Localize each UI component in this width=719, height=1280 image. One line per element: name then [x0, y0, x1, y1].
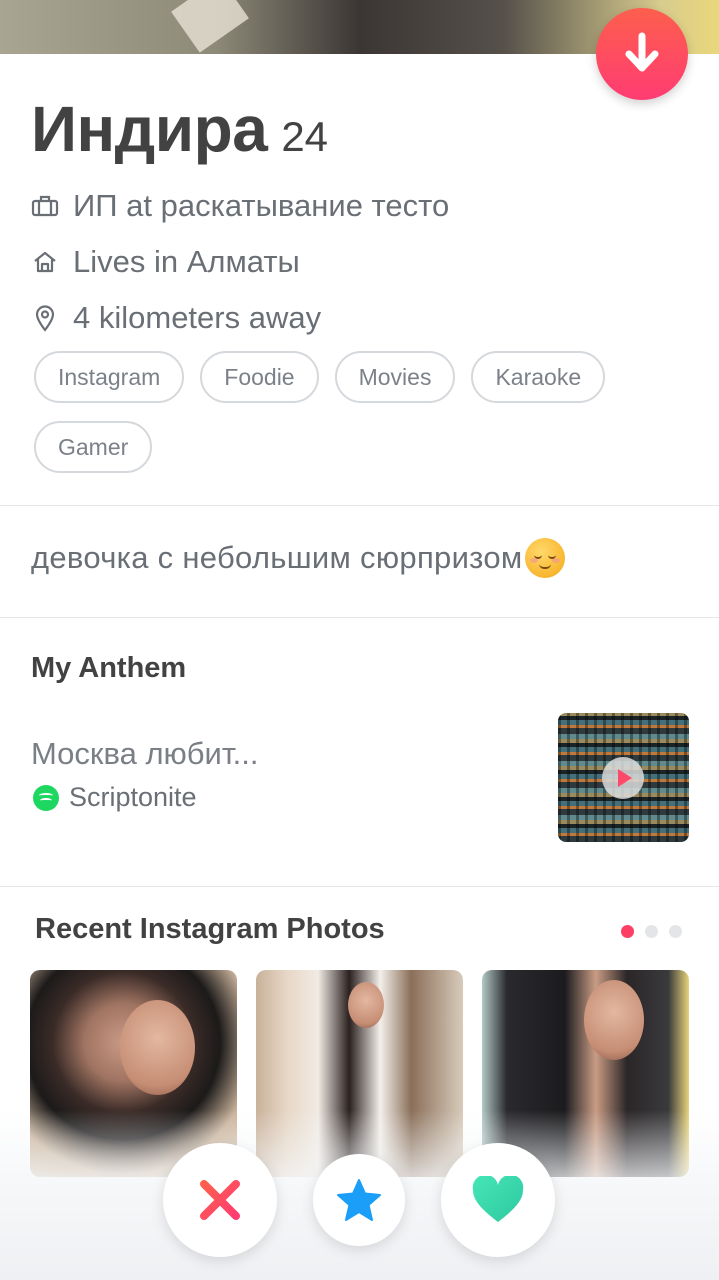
instagram-title: Recent Instagram Photos	[35, 913, 385, 945]
interest-tag: Instagram	[34, 351, 185, 403]
interest-tag: Karaoke	[471, 351, 606, 403]
briefcase-icon	[31, 192, 59, 220]
artist-name: Scriptonite	[69, 782, 197, 812]
lives-text: Lives in Алматы	[73, 244, 300, 279]
location-pin-icon	[31, 304, 59, 332]
star-icon	[337, 1179, 381, 1221]
divider	[0, 886, 719, 887]
arrow-down-icon	[625, 32, 659, 72]
interest-tag: Movies	[334, 351, 456, 403]
divider	[0, 505, 719, 506]
heart-icon	[472, 1176, 524, 1222]
bio-text: девочка с небольшим сюрпризом	[31, 540, 523, 575]
distance-line: 4 kilometers away	[31, 290, 691, 346]
like-button[interactable]	[441, 1143, 555, 1257]
spotify-icon	[33, 784, 59, 811]
name-row: Индира 24	[31, 92, 691, 166]
profile-name: Индира	[31, 93, 268, 165]
nope-button[interactable]	[163, 1143, 277, 1257]
super-like-button[interactable]	[313, 1154, 405, 1246]
instagram-page-dots	[621, 925, 682, 938]
job-line: ИП at раскатывание тесто	[31, 178, 691, 234]
anthem-title: My Anthem	[31, 652, 187, 684]
anthem-artist: Scriptonite	[33, 782, 197, 813]
play-button[interactable]	[602, 757, 644, 799]
anthem-song: Москва любит...	[31, 736, 259, 771]
profile-info: Индира 24 ИП at раскатывание тесто Lives…	[31, 92, 691, 346]
divider	[0, 617, 719, 618]
x-icon	[200, 1180, 240, 1220]
relieved-face-icon	[524, 538, 565, 578]
play-icon	[618, 769, 632, 787]
interest-tags: Instagram Foodie Movies Karaoke Gamer	[34, 351, 674, 473]
album-cover[interactable]	[558, 713, 689, 842]
page-dot-active[interactable]	[621, 925, 634, 938]
page-dot[interactable]	[645, 925, 658, 938]
page-dot[interactable]	[669, 925, 682, 938]
profile-age: 24	[281, 113, 329, 160]
lives-line: Lives in Алматы	[31, 234, 691, 290]
collapse-profile-button[interactable]	[596, 8, 688, 100]
interest-tag: Foodie	[200, 351, 319, 403]
bio: девочка с небольшим сюрпризом	[31, 538, 565, 578]
interest-tag: Gamer	[34, 421, 153, 473]
home-icon	[31, 248, 59, 276]
job-text: ИП at раскатывание тесто	[73, 188, 450, 223]
distance-text: 4 kilometers away	[73, 300, 322, 335]
